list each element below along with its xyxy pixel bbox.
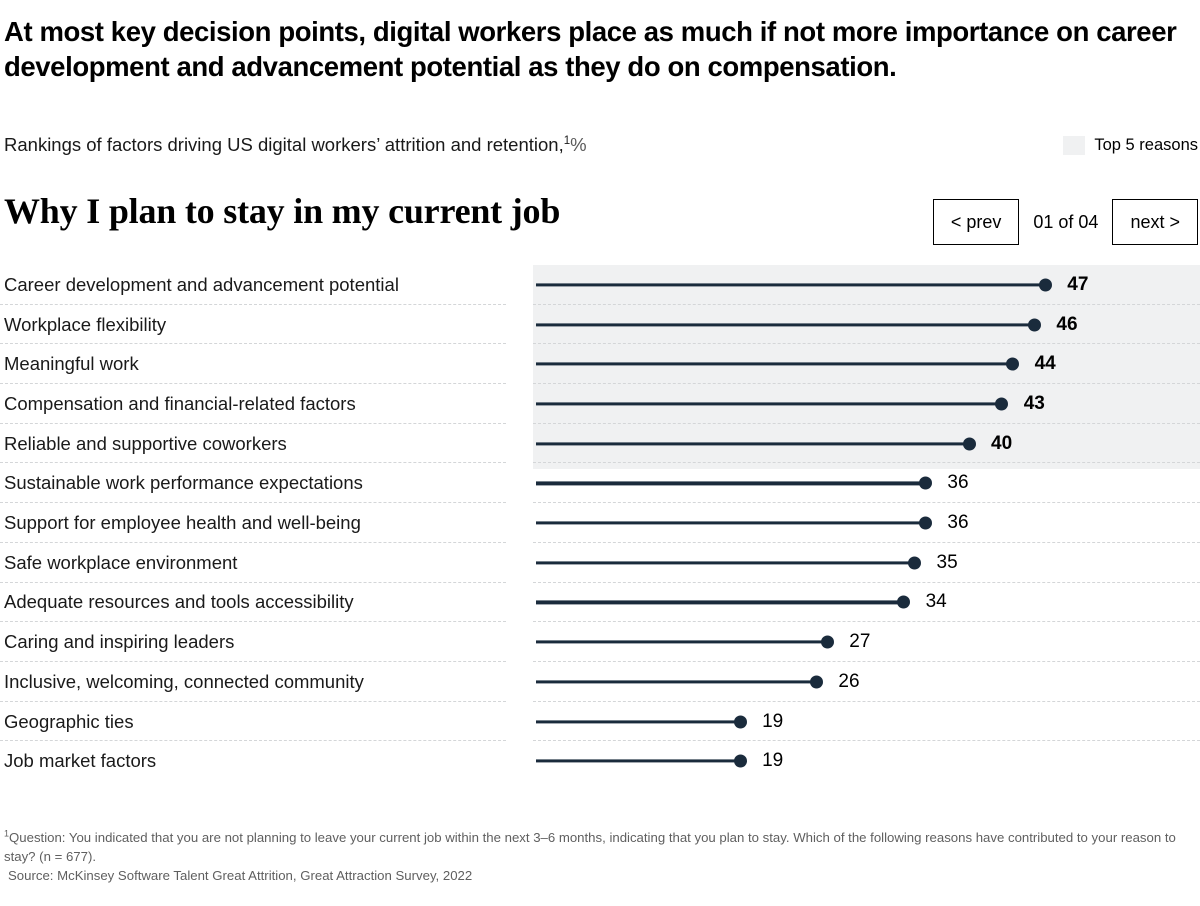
table-row: Support for employee health and well-bei…	[0, 503, 1200, 543]
next-button[interactable]: next >	[1112, 199, 1198, 245]
table-row: Inclusive, welcoming, connected communit…	[0, 662, 1200, 702]
row-category-label: Career development and advancement poten…	[4, 273, 399, 295]
row-value-label: 27	[849, 631, 871, 653]
chart-title: Why I plan to stay in my current job	[4, 191, 561, 231]
row-value-label: 47	[1067, 273, 1089, 295]
row-category-label: Adequate resources and tools accessibili…	[4, 591, 354, 613]
table-row: Career development and advancement poten…	[0, 265, 1200, 305]
row-value-label: 19	[762, 750, 784, 772]
table-row: Geographic ties 19	[0, 702, 1200, 742]
lollipop-dot	[918, 476, 932, 490]
table-row: Sustainable work performance expectation…	[0, 464, 1200, 504]
lollipop-dot	[733, 754, 747, 768]
lollipop-dot	[733, 715, 747, 729]
row-category-label: Sustainable work performance expectation…	[4, 472, 363, 494]
footnotes: 1Question: You indicated that you are no…	[4, 828, 1194, 885]
lollipop-line	[536, 561, 915, 565]
row-category-label: Safe workplace environment	[4, 551, 238, 573]
row-value-label: 46	[1056, 313, 1078, 335]
table-row: Adequate resources and tools accessibili…	[0, 583, 1200, 623]
lollipop-dot	[995, 397, 1009, 411]
lollipop-dot	[1006, 357, 1020, 371]
row-value-label: 44	[1034, 353, 1056, 375]
chart-pagination: < prev 01 of 04 next >	[932, 199, 1198, 245]
row-value-label: 36	[947, 512, 969, 534]
row-value-label: 34	[925, 591, 947, 613]
footnote-question-text: Question: You indicated that you are not…	[4, 830, 1176, 864]
row-value-label: 40	[991, 432, 1013, 454]
row-category-label: Geographic ties	[4, 710, 134, 732]
lollipop-line	[536, 600, 904, 605]
row-category-label: Compensation and financial-related facto…	[4, 392, 356, 414]
legend: Top 5 reasons	[1063, 136, 1198, 155]
pagination-counter: 01 of 04	[1033, 211, 1099, 232]
footnote-question: 1Question: You indicated that you are no…	[4, 828, 1194, 866]
row-category-label: Workplace flexibility	[4, 313, 167, 335]
lollipop-line	[536, 322, 1035, 327]
lollipop-line	[536, 283, 1046, 287]
lollipop-line	[536, 759, 741, 763]
lollipop-line	[536, 362, 1013, 366]
row-value-label: 36	[947, 472, 969, 494]
lollipop-line	[536, 719, 741, 724]
table-row: Reliable and supportive coworkers 40	[0, 424, 1200, 464]
subtitle-text: Rankings of factors driving US digital w…	[4, 134, 564, 155]
lollipop-line	[536, 402, 1002, 406]
footnote-source: Source: McKinsey Software Talent Great A…	[8, 868, 473, 883]
lollipop-line	[536, 640, 828, 644]
lollipop-line	[536, 442, 969, 446]
row-category-label: Reliable and supportive coworkers	[4, 432, 287, 454]
table-row: Workplace flexibility 46	[0, 305, 1200, 345]
legend-label: Top 5 reasons	[1094, 136, 1198, 154]
table-row: Meaningful work 44	[0, 344, 1200, 385]
lollipop-dot	[1038, 278, 1052, 292]
subtitle-unit: %	[570, 134, 587, 155]
lollipop-line	[536, 680, 817, 684]
lollipop-dot	[908, 556, 921, 570]
table-row: Compensation and financial-related facto…	[0, 384, 1200, 424]
row-category-label: Job market factors	[4, 750, 157, 772]
lollipop-dot	[1027, 318, 1041, 332]
row-category-label: Caring and inspiring leaders	[4, 631, 235, 653]
lollipop-line	[536, 521, 926, 525]
row-category-label: Support for employee health and well-bei…	[4, 512, 361, 534]
row-value-label: 19	[762, 710, 784, 732]
lollipop-line	[536, 481, 926, 485]
lollipop-dot	[897, 595, 911, 609]
row-category-label: Inclusive, welcoming, connected communit…	[4, 670, 364, 692]
lollipop-dot	[962, 437, 976, 451]
row-category-label: Meaningful work	[4, 353, 139, 375]
chart-page: At most key decision points, digital wor…	[0, 0, 1200, 906]
table-row: Caring and inspiring leaders 27	[0, 622, 1200, 662]
table-row: Job market factors 19	[0, 741, 1200, 781]
lollipop-dot	[809, 675, 823, 689]
page-headline: At most key decision points, digital wor…	[4, 16, 1177, 82]
chart-subtitle: Rankings of factors driving US digital w…	[4, 134, 587, 156]
lollipop-dot	[820, 635, 834, 649]
row-value-label: 43	[1023, 392, 1045, 414]
legend-swatch-icon	[1063, 136, 1086, 155]
row-value-label: 35	[936, 551, 958, 573]
row-value-label: 26	[838, 670, 860, 692]
prev-button[interactable]: < prev	[932, 199, 1020, 245]
table-row: Safe workplace environment 35	[0, 543, 1200, 583]
lollipop-chart: Career development and advancement poten…	[0, 265, 1200, 790]
lollipop-dot	[918, 516, 932, 530]
